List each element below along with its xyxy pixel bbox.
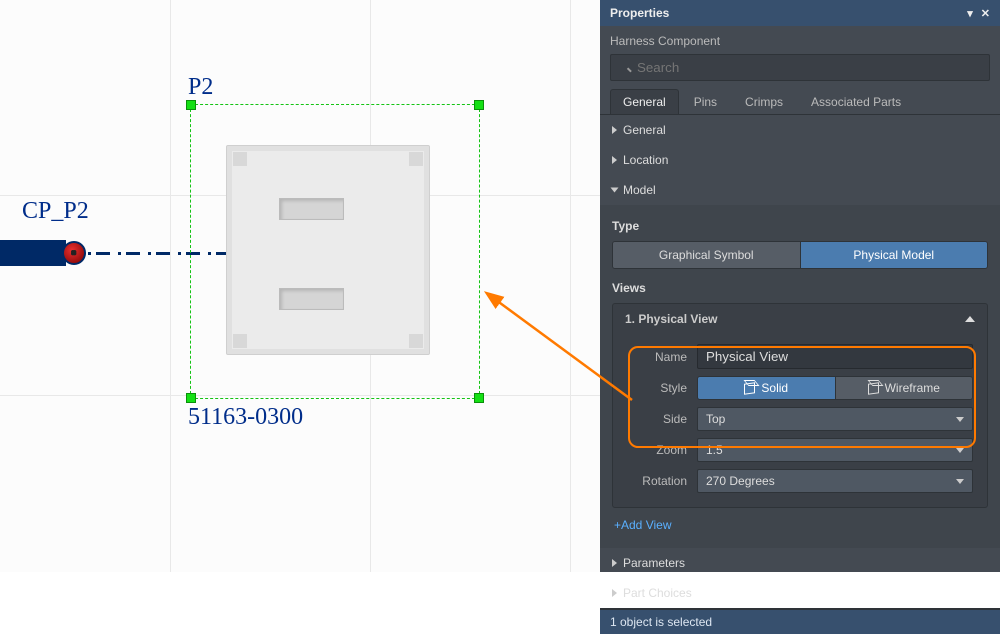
section-label: Location [623, 153, 668, 167]
part-number-label: 51163-0300 [188, 404, 303, 431]
panel-title: Properties [610, 6, 669, 20]
zoom-label: Zoom [627, 443, 687, 457]
tab-general[interactable]: General [610, 89, 679, 114]
tab-crimps[interactable]: Crimps [732, 89, 796, 114]
caret-icon [612, 156, 617, 164]
status-bar: 1 object is selected [600, 608, 1000, 634]
caret-icon [612, 559, 617, 567]
side-value: Top [706, 412, 956, 426]
section-model[interactable]: Model [600, 175, 1000, 205]
resize-handle-tr[interactable] [474, 100, 484, 110]
style-label: Style [627, 381, 687, 395]
resize-handle-tl[interactable] [186, 100, 196, 110]
side-label: Side [627, 412, 687, 426]
rotation-value: 270 Degrees [706, 474, 956, 488]
rotation-dropdown[interactable]: 270 Degrees [697, 469, 973, 493]
type-graphical-button[interactable]: Graphical Symbol [613, 242, 800, 268]
panel-header[interactable]: Properties ▾ ✕ [600, 0, 1000, 26]
resize-handle-bl[interactable] [186, 393, 196, 403]
section-label: General [623, 123, 666, 137]
section-part-choices[interactable]: Part Choices [600, 578, 1000, 608]
style-wireframe-button[interactable]: Wireframe [835, 377, 973, 399]
caret-icon [611, 188, 619, 193]
component-notch [233, 334, 247, 348]
name-label: Name [627, 350, 687, 364]
properties-panel: Properties ▾ ✕ Harness Component General… [600, 0, 1000, 572]
caret-icon [612, 126, 617, 134]
chevron-down-icon [956, 448, 964, 453]
designator-label: P2 [188, 74, 213, 101]
panel-subtitle: Harness Component [600, 26, 1000, 54]
section-label: Model [623, 183, 656, 197]
pin-icon[interactable]: ▾ [967, 7, 973, 20]
type-label: Type [612, 213, 988, 241]
caret-icon [612, 589, 617, 597]
panel-tabs: General Pins Crimps Associated Parts [600, 89, 1000, 115]
tab-associated-parts[interactable]: Associated Parts [798, 89, 914, 114]
design-canvas[interactable]: P2 CP_P2 51163-0300 [0, 0, 600, 572]
close-icon[interactable]: ✕ [981, 7, 990, 20]
section-location[interactable]: Location [600, 145, 1000, 175]
section-general[interactable]: General [600, 115, 1000, 145]
cube-icon [868, 383, 879, 394]
component-slot [279, 198, 344, 220]
tab-pins[interactable]: Pins [681, 89, 730, 114]
component-notch [409, 334, 423, 348]
rotation-label: Rotation [627, 474, 687, 488]
chevron-up-icon [965, 316, 975, 322]
cube-icon [744, 383, 755, 394]
physical-component[interactable] [226, 145, 430, 355]
connection-point-node[interactable] [62, 241, 86, 265]
name-input[interactable] [697, 344, 973, 369]
component-notch [233, 152, 247, 166]
view-item-title: 1. Physical View [625, 312, 718, 326]
type-physical-button[interactable]: Physical Model [800, 242, 988, 268]
search-input[interactable] [610, 54, 990, 81]
add-view-link[interactable]: +Add View [612, 508, 988, 536]
search-icon [610, 54, 990, 81]
chevron-down-icon [956, 479, 964, 484]
component-notch [409, 152, 423, 166]
type-segmented: Graphical Symbol Physical Model [612, 241, 988, 269]
connection-point-label: CP_P2 [22, 198, 89, 225]
style-wireframe-label: Wireframe [885, 381, 940, 395]
section-label: Parameters [623, 556, 685, 570]
zoom-dropdown[interactable]: 1.5 [697, 438, 973, 462]
section-label: Part Choices [623, 586, 692, 600]
resize-handle-br[interactable] [474, 393, 484, 403]
model-body: Type Graphical Symbol Physical Model Vie… [600, 205, 1000, 548]
chevron-down-icon [956, 417, 964, 422]
style-solid-button[interactable]: Solid [698, 377, 835, 399]
zoom-value: 1.5 [706, 443, 956, 457]
views-label: Views [612, 269, 988, 303]
side-dropdown[interactable]: Top [697, 407, 973, 431]
view-item-header[interactable]: 1. Physical View [613, 304, 987, 334]
view-item-1: 1. Physical View Name Style Solid Wirefr… [612, 303, 988, 508]
style-segmented: Solid Wireframe [697, 376, 973, 400]
wire-segment [0, 240, 66, 266]
section-parameters[interactable]: Parameters [600, 548, 1000, 578]
style-solid-label: Solid [761, 381, 788, 395]
component-slot [279, 288, 344, 310]
